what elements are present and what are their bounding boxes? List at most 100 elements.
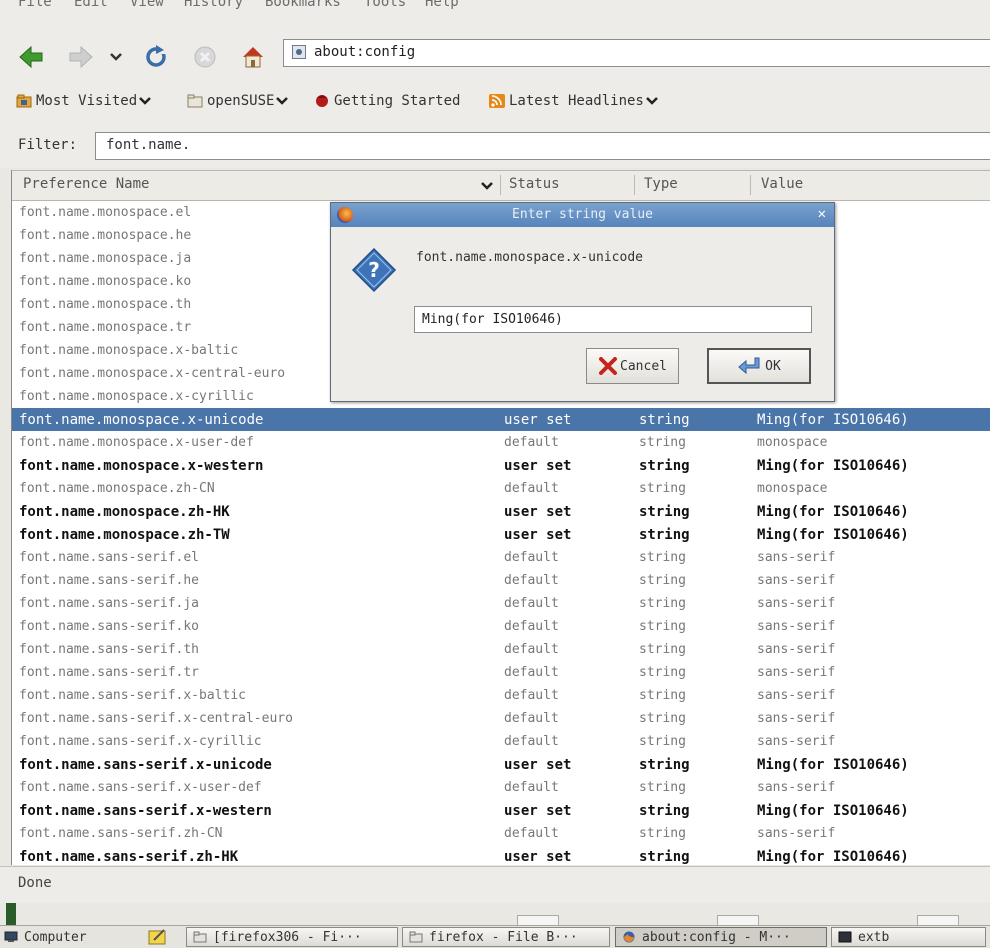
menu-tools[interactable]: Tools bbox=[364, 0, 406, 10]
pref-name-cell: font.name.sans-serif.ja bbox=[19, 596, 200, 611]
menu-file[interactable]: File bbox=[18, 0, 52, 10]
table-row[interactable]: font.name.monospace.x-western user set str… bbox=[12, 454, 990, 477]
table-row[interactable]: font.name.sans-serif.x-unicode user set st… bbox=[12, 753, 990, 776]
taskbar-task-extb[interactable]: extb bbox=[831, 927, 986, 947]
type-cell: string bbox=[639, 527, 690, 543]
pref-name-cell: font.name.monospace.x-unicode bbox=[19, 412, 264, 428]
status-text: Done bbox=[18, 875, 52, 891]
pref-name-cell: font.name.monospace.he bbox=[19, 228, 192, 243]
string-value-field[interactable] bbox=[414, 306, 812, 333]
pref-name-cell: font.name.sans-serif.x-baltic bbox=[19, 688, 246, 703]
table-row[interactable]: font.name.sans-serif.th default string sans… bbox=[12, 638, 990, 661]
bookmark-label: Latest Headlines bbox=[509, 93, 644, 109]
column-separator[interactable] bbox=[634, 175, 635, 195]
filter-field[interactable] bbox=[95, 132, 990, 160]
type-cell: string bbox=[639, 619, 686, 634]
table-row[interactable]: font.name.sans-serif.zh-HK user set string… bbox=[12, 845, 990, 865]
table-row[interactable]: font.name.monospace.zh-TW user set string M… bbox=[12, 523, 990, 546]
table-row[interactable]: font.name.sans-serif.zh-CN default string s… bbox=[12, 822, 990, 845]
column-header-preference-name[interactable]: Preference Name bbox=[23, 176, 149, 192]
stop-button[interactable] bbox=[192, 44, 218, 70]
table-row[interactable]: font.name.monospace.zh-CN default string mo… bbox=[12, 477, 990, 500]
stop-icon bbox=[194, 46, 216, 68]
value-cell: Ming(for ISO10646) bbox=[757, 849, 909, 865]
bookmark-latest-headlines[interactable]: Latest Headlines bbox=[489, 93, 658, 109]
table-row[interactable]: font.name.sans-serif.x-cyrillic default st… bbox=[12, 730, 990, 753]
type-cell: string bbox=[639, 803, 690, 819]
chevron-down-icon bbox=[139, 97, 152, 105]
url-bar[interactable] bbox=[283, 39, 990, 67]
pref-name-cell: font.name.monospace.el bbox=[19, 205, 192, 220]
back-arrow-icon bbox=[19, 45, 43, 69]
bookmark-label: Getting Started bbox=[334, 93, 461, 109]
menu-edit[interactable]: Edit bbox=[74, 0, 108, 10]
reload-icon bbox=[146, 45, 168, 67]
taskbar-computer[interactable]: Computer bbox=[4, 927, 144, 947]
forward-button[interactable] bbox=[68, 44, 94, 70]
value-cell: sans-serif bbox=[757, 780, 836, 795]
column-header-type[interactable]: Type bbox=[644, 176, 678, 192]
desktop-strip bbox=[0, 903, 990, 926]
column-separator[interactable] bbox=[500, 175, 501, 195]
cancel-button[interactable]: Cancel bbox=[586, 348, 679, 384]
browser-window: File Edit View History Bookmarks Tools H… bbox=[0, 0, 990, 948]
url-input[interactable] bbox=[312, 43, 916, 61]
table-row[interactable]: font.name.monospace.zh-HK user set string M… bbox=[12, 500, 990, 523]
notes-icon[interactable] bbox=[148, 928, 168, 946]
sort-chevron-icon[interactable] bbox=[480, 181, 494, 191]
taskbar-task-firefox306[interactable]: [firefox306 - Fi··· bbox=[186, 927, 398, 947]
table-row[interactable]: font.name.sans-serif.x-user-def default st… bbox=[12, 776, 990, 799]
table-row[interactable]: font.name.sans-serif.x-baltic default stri… bbox=[12, 684, 990, 707]
bookmark-opensuse[interactable]: openSUSE bbox=[187, 93, 289, 109]
back-button[interactable] bbox=[18, 44, 44, 70]
menu-help[interactable]: Help bbox=[425, 0, 459, 10]
table-row[interactable]: font.name.sans-serif.x-western user set st… bbox=[12, 799, 990, 822]
column-separator[interactable] bbox=[750, 175, 751, 195]
status-cell: user set bbox=[504, 527, 572, 543]
type-cell: string bbox=[639, 412, 690, 428]
type-cell: string bbox=[639, 550, 686, 565]
table-row[interactable]: font.name.sans-serif.tr default string sans… bbox=[12, 661, 990, 684]
menu-bookmarks[interactable]: Bookmarks bbox=[265, 0, 341, 10]
bookmark-getting-started[interactable]: Getting Started bbox=[314, 93, 460, 109]
dialog-titlebar[interactable]: Enter string value ✕ bbox=[331, 203, 834, 227]
pref-name-cell: font.name.sans-serif.tr bbox=[19, 665, 200, 680]
ok-button[interactable]: OK bbox=[707, 348, 811, 384]
menu-view[interactable]: View bbox=[130, 0, 164, 10]
type-cell: string bbox=[639, 757, 690, 773]
taskbar-task-firefox-file-browser[interactable]: firefox - File B··· bbox=[402, 927, 610, 947]
type-cell: string bbox=[639, 665, 686, 680]
column-header-value[interactable]: Value bbox=[761, 176, 803, 192]
table-row[interactable]: font.name.sans-serif.ko default string sans… bbox=[12, 615, 990, 638]
pref-name-cell: font.name.monospace.tr bbox=[19, 320, 192, 335]
status-cell: user set bbox=[504, 849, 572, 865]
terminal-icon bbox=[838, 931, 852, 943]
home-button[interactable] bbox=[240, 44, 266, 70]
table-row[interactable]: font.name.monospace.x-unicode user set str… bbox=[12, 408, 990, 431]
table-row[interactable]: font.name.sans-serif.he default string sans… bbox=[12, 569, 990, 592]
table-row[interactable]: font.name.monospace.x-user-def default str… bbox=[12, 431, 990, 454]
close-icon[interactable]: ✕ bbox=[818, 206, 826, 222]
pref-name-cell: font.name.monospace.ko bbox=[19, 274, 192, 289]
history-dropdown-button[interactable] bbox=[108, 44, 124, 70]
status-cell: user set bbox=[504, 504, 572, 520]
home-icon bbox=[243, 47, 263, 68]
filter-input[interactable] bbox=[104, 136, 968, 154]
table-header: Preference Name Status Type Value bbox=[12, 171, 990, 201]
taskbar-task-about-config[interactable]: about:config - M··· bbox=[615, 927, 827, 947]
status-cell: user set bbox=[504, 458, 572, 474]
pref-name-cell: font.name.monospace.zh-HK bbox=[19, 504, 230, 520]
value-cell: sans-serif bbox=[757, 596, 836, 611]
column-header-status[interactable]: Status bbox=[509, 176, 560, 192]
table-row[interactable]: font.name.sans-serif.x-central-euro defau… bbox=[12, 707, 990, 730]
value-cell: sans-serif bbox=[757, 619, 836, 634]
bookmark-most-visited[interactable]: Most Visited bbox=[16, 93, 152, 109]
string-value-input[interactable] bbox=[420, 311, 804, 328]
dialog-title: Enter string value bbox=[512, 207, 653, 222]
menu-history[interactable]: History bbox=[184, 0, 243, 10]
status-bar: Done bbox=[0, 866, 990, 903]
reload-button[interactable] bbox=[143, 44, 169, 70]
enter-arrow-icon bbox=[738, 357, 760, 375]
table-row[interactable]: font.name.sans-serif.el default string sans… bbox=[12, 546, 990, 569]
table-row[interactable]: font.name.sans-serif.ja default string sans… bbox=[12, 592, 990, 615]
